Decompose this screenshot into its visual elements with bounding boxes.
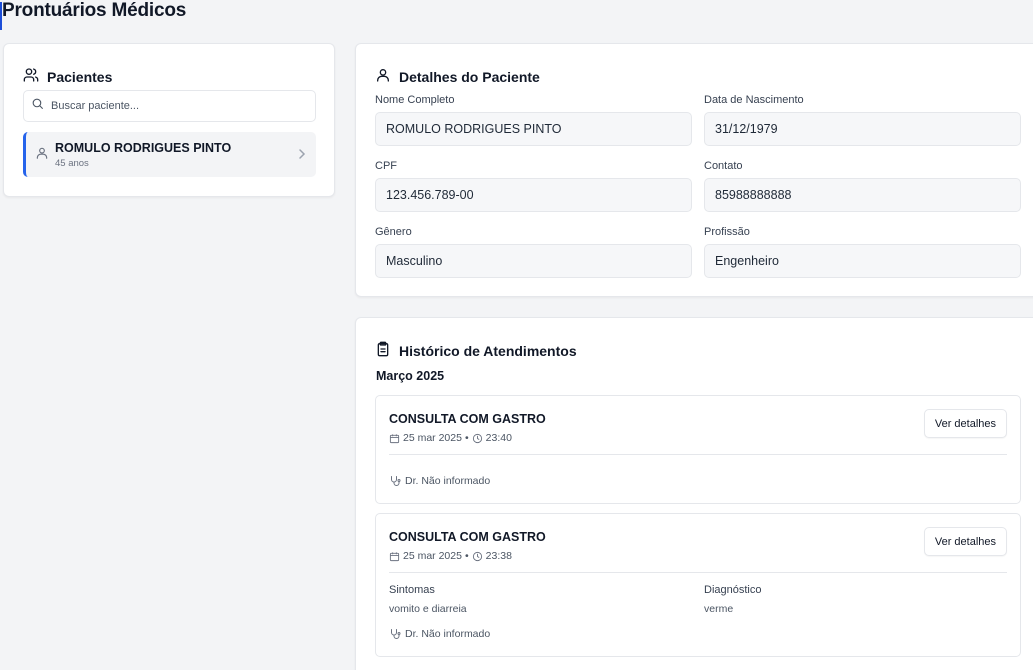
divider [389,454,1007,455]
details-panel-header: Detalhes do Paciente [375,67,540,86]
history-panel: Histórico de Atendimentos Março 2025 CON… [355,317,1033,670]
consultation-card: CONSULTA COM GASTRO 25 mar 2025 • 23:40 … [375,395,1021,504]
patient-details-panel: Detalhes do Paciente Nome Completo ROMUL… [355,43,1033,297]
month-heading: Março 2025 [376,369,445,383]
clipboard-icon [375,341,391,360]
chevron-right-icon [299,149,306,159]
patients-panel-header: Pacientes [23,67,112,86]
patients-panel-title: Pacientes [47,68,113,85]
contact-label: Contato [704,160,743,172]
consultation-date: 25 mar 2025 [403,550,462,562]
clock-icon [472,551,482,561]
clock-icon [472,433,482,443]
calendar-icon [389,551,400,561]
divider [389,572,1007,573]
doctor-info: Dr. Não informado [389,628,490,640]
user-icon [36,147,48,159]
patients-panel: Pacientes ROMULO RODRIGUES PINTO 45 anos [3,43,335,197]
consultation-title: CONSULTA COM GASTRO [389,412,546,426]
details-panel-title: Detalhes do Paciente [399,68,540,85]
patient-name: ROMULO RODRIGUES PINTO [55,141,232,155]
birth-date-label: Data de Nascimento [704,94,804,106]
consultation-time: 23:38 [485,550,512,562]
doctor-name: Dr. Não informado [405,475,491,487]
users-icon [23,67,39,86]
consultation-datetime: 25 mar 2025 • 23:40 [389,432,512,444]
patient-search[interactable] [23,90,316,122]
consultation-datetime: 25 mar 2025 • 23:38 [389,550,512,562]
search-input[interactable] [51,100,301,112]
name-label: Nome Completo [375,94,455,106]
view-details-button[interactable]: Ver detalhes [923,409,1007,438]
gender-label: Gênero [375,226,412,238]
history-panel-header: Histórico de Atendimentos [375,341,577,360]
birth-date-field[interactable]: 31/12/1979 [704,112,1021,146]
search-icon [31,97,44,115]
symptoms-value: vomito e diarreia [389,603,467,615]
name-field[interactable]: ROMULO RODRIGUES PINTO [375,112,692,146]
diagnosis-label: Diagnóstico [704,584,762,596]
doctor-info: Dr. Não informado [389,475,490,487]
user-icon [375,67,391,86]
diagnosis-value: verme [704,603,734,615]
consultation-date: 25 mar 2025 [403,432,462,444]
meta-separator: • [464,550,469,562]
profession-label: Profissão [704,226,750,238]
consultation-title: CONSULTA COM GASTRO [389,530,546,544]
view-details-button[interactable]: Ver detalhes [923,527,1007,556]
cpf-field[interactable]: 123.456.789-00 [375,178,692,212]
doctor-name: Dr. Não informado [405,628,491,640]
consultation-time: 23:40 [485,432,512,444]
stethoscope-icon [391,476,401,486]
cpf-label: CPF [375,160,397,172]
consultation-card: CONSULTA COM GASTRO 25 mar 2025 • 23:38 … [375,513,1021,657]
history-panel-title: Histórico de Atendimentos [399,342,577,359]
symptoms-label: Sintomas [389,584,435,596]
page-title: Prontuários Médicos [2,0,187,21]
calendar-icon [389,433,400,443]
stethoscope-icon [391,629,401,639]
meta-separator: • [464,432,469,444]
patient-age: 45 anos [55,158,89,169]
profession-field[interactable]: Engenheiro [704,244,1021,278]
gender-field[interactable]: Masculino [375,244,692,278]
contact-field[interactable]: 85988888888 [704,178,1021,212]
patient-list-item[interactable]: ROMULO RODRIGUES PINTO 45 anos [23,132,316,177]
